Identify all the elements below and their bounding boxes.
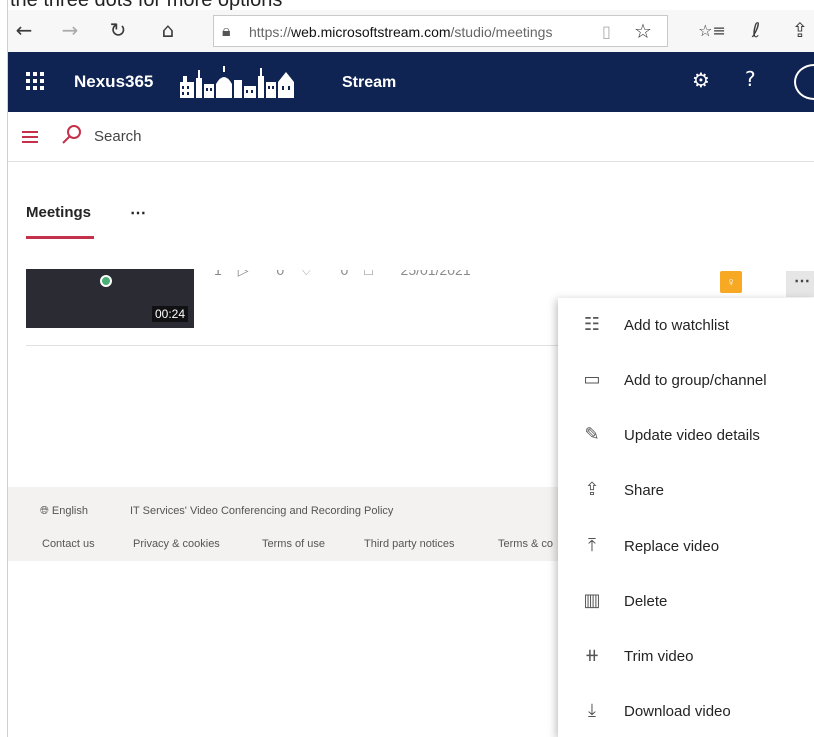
video-duration: 00:24 [151, 306, 188, 322]
language-selector[interactable]: 🌐︎ English [40, 505, 88, 518]
footer-link-contact[interactable]: Contact us [42, 538, 95, 550]
search-bar: Search [8, 112, 814, 162]
skyline-logo-icon [180, 66, 294, 98]
search-icon[interactable] [60, 123, 84, 147]
forward-icon[interactable]: → [58, 18, 82, 42]
owner-permission-icon: ♀ [720, 271, 742, 293]
browser-toolbar: ← → ↻ ⌂ 🔒︎ https://web.microsoftstream.c… [8, 10, 814, 52]
video-more-options-button[interactable]: ⋯ [786, 271, 814, 297]
address-bar[interactable]: 🔒︎ https://web.microsoftstream.com/studi… [213, 15, 668, 47]
trash-icon: ▥ [583, 590, 601, 611]
menu-item-share[interactable]: ⇪ Share [558, 466, 814, 520]
add-group-icon: ▭ [583, 369, 601, 390]
tab-active-indicator [26, 236, 94, 239]
menu-item-add-to-watchlist[interactable]: ☷ Add to watchlist [558, 301, 814, 355]
tab-meetings[interactable]: Meetings [26, 204, 91, 221]
window-left-border [0, 0, 8, 737]
globe-icon: 🌐︎ [40, 505, 49, 517]
row-divider [26, 345, 586, 346]
lock-icon: 🔒︎ [222, 21, 231, 40]
download-icon: ⤓ [588, 700, 596, 721]
likes-count: 0 [276, 262, 285, 278]
footer-link-terms[interactable]: Terms of use [262, 538, 325, 550]
menu-item-replace-video[interactable]: ⤒ Replace video [558, 522, 814, 576]
refresh-icon[interactable]: ↻ [106, 18, 130, 42]
watchlist-icon: ☷ [583, 314, 601, 335]
url-text: https://web.microsoftstream.com/studio/m… [249, 24, 553, 40]
search-input[interactable]: Search [94, 128, 142, 145]
app-header: Nexus365 Stream ⚙ ? [8, 52, 814, 112]
presenter-avatar-icon [100, 275, 112, 287]
video-options-menu: ☷ Add to watchlist ▭ Add to group/channe… [558, 298, 814, 737]
hamburger-menu-icon[interactable] [22, 131, 38, 143]
footer-link-privacy[interactable]: Privacy & cookies [133, 538, 220, 550]
footer-link-third-party[interactable]: Third party notices [364, 538, 454, 550]
footer: 🌐︎ English IT Services' Video Conferenci… [8, 487, 560, 561]
views-count: 1 [214, 262, 222, 278]
tab-more-options-button[interactable]: ⋯ [130, 203, 147, 223]
back-icon[interactable]: ← [12, 18, 36, 42]
app-launcher-icon[interactable] [26, 72, 44, 90]
comments-count: 0 [340, 262, 349, 278]
comments-icon: □ [364, 262, 373, 278]
menu-item-download-video[interactable]: ⤓ Download video [558, 687, 814, 737]
avatar[interactable] [794, 64, 814, 100]
likes-icon: ♡ [300, 262, 313, 278]
home-icon[interactable]: ⌂ [156, 18, 180, 42]
views-icon: ▷ [237, 262, 249, 278]
product-name[interactable]: Stream [342, 74, 396, 92]
video-stats: 1 ▷ 0 ♡ 0 □ 25/01/2021 [214, 262, 483, 279]
menu-item-add-to-group[interactable]: ▭ Add to group/channel [558, 356, 814, 410]
menu-item-delete[interactable]: ▥ Delete [558, 577, 814, 631]
favorites-icon[interactable]: ☆≡ [698, 18, 726, 42]
video-thumbnail[interactable]: 00:24 [26, 269, 194, 328]
footer-link-terms-conditions[interactable]: Terms & co [498, 538, 553, 550]
brand-name[interactable]: Nexus365 [74, 72, 153, 92]
favorite-star-icon[interactable]: ☆ [634, 19, 652, 43]
reader-view-icon[interactable]: ▯ [602, 22, 611, 41]
share-page-icon[interactable]: ⇪ [788, 18, 812, 42]
menu-item-trim-video[interactable]: ⧺ Trim video [558, 632, 814, 686]
upload-icon: ⤒ [588, 535, 596, 556]
gear-icon[interactable]: ⚙ [692, 68, 710, 92]
trim-icon: ⧺ [584, 645, 600, 666]
pencil-icon: ✎ [584, 424, 600, 445]
video-date: 25/01/2021 [400, 262, 471, 278]
policy-link[interactable]: IT Services' Video Conferencing and Reco… [130, 505, 393, 517]
menu-item-update-details[interactable]: ✎ Update video details [558, 411, 814, 465]
share-icon: ⇪ [584, 479, 600, 500]
pen-icon[interactable]: ℓ [744, 18, 768, 42]
help-icon[interactable]: ? [745, 67, 756, 91]
